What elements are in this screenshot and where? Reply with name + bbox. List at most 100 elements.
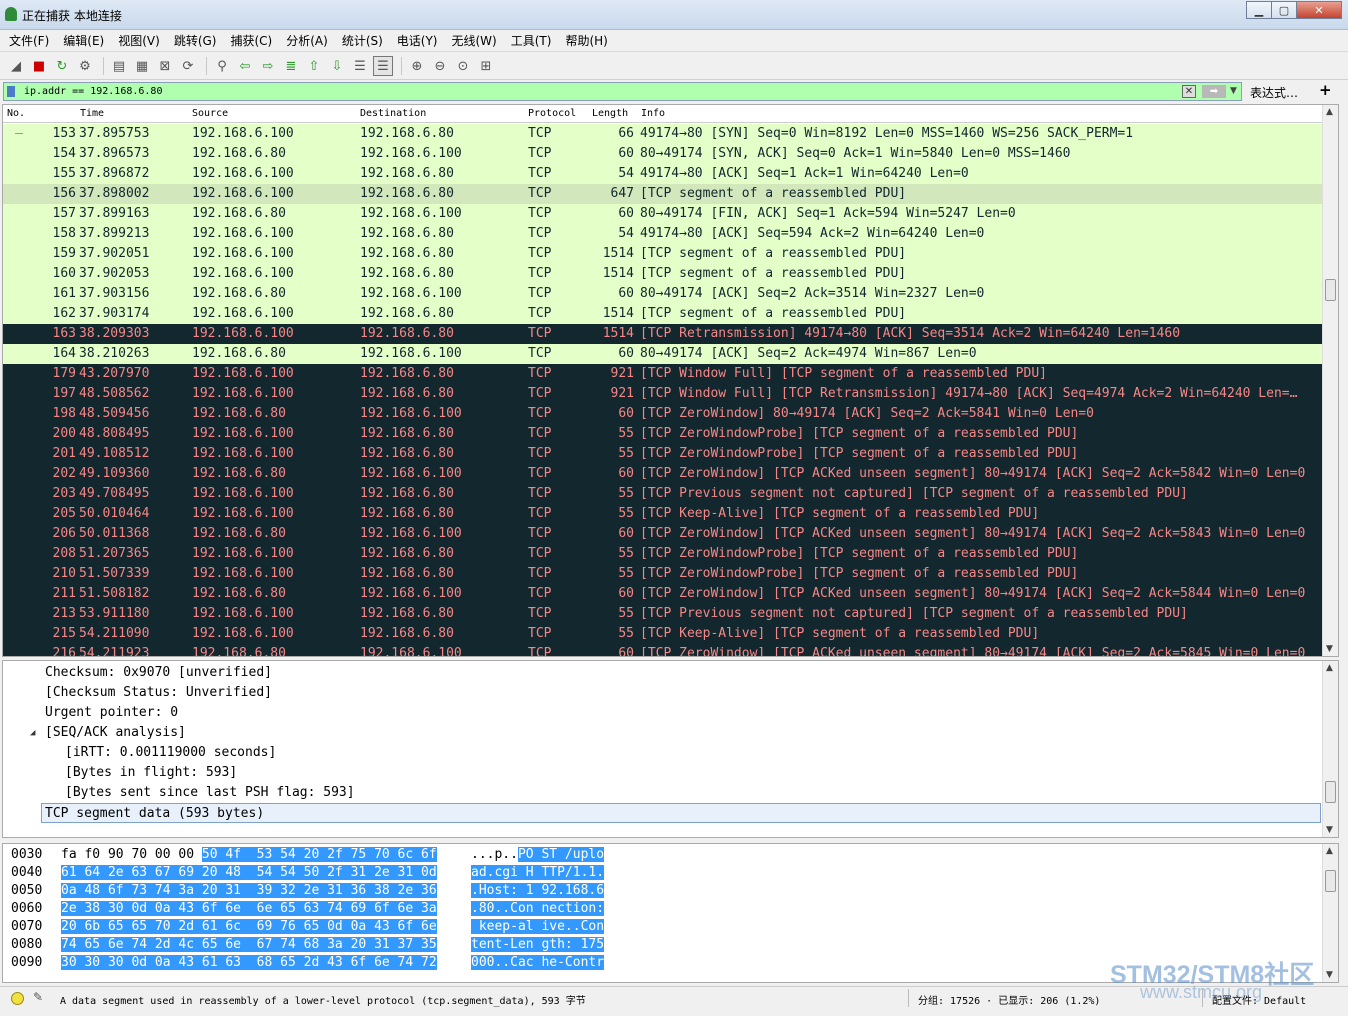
zoom-in-icon[interactable]: ⊕	[407, 56, 427, 76]
packet-row[interactable]: 156 37.898002 192.168.6.100 192.168.6.80 TCP…	[3, 184, 1323, 204]
packet-row[interactable]: 202 49.109360 192.168.6.80 192.168.6.100 TCP…	[3, 464, 1323, 484]
bookmark-icon[interactable]	[7, 86, 15, 97]
packet-row[interactable]: 155 37.896872 192.168.6.100 192.168.6.80 TCP…	[3, 164, 1323, 184]
packet-row[interactable]: 157 37.899163 192.168.6.80 192.168.6.100 TCP…	[3, 204, 1323, 224]
packet-details-pane[interactable]: Checksum: 0x9070 [unverified] [Checksum S…	[2, 660, 1339, 838]
ascii-bytes[interactable]: ad.cgi H TTP/1.1.	[471, 864, 605, 882]
detail-tree-item[interactable]: ◢ [SEQ/ACK analysis]	[3, 723, 1303, 743]
ascii-bytes[interactable]: ...p..PO ST /uplo	[471, 846, 605, 864]
go-first-icon[interactable]: ⇧	[304, 56, 324, 76]
display-filter-input[interactable]	[24, 84, 1174, 99]
scroll-down-icon[interactable]: ▼	[1326, 644, 1333, 654]
reload-file-icon[interactable]: ⟳	[178, 56, 198, 76]
packet-row[interactable]: 203 49.708495 192.168.6.100 192.168.6.80 TCP…	[3, 484, 1323, 504]
packet-row[interactable]: 198 48.509456 192.168.6.80 192.168.6.100 TCP…	[3, 404, 1323, 424]
detail-tree-item[interactable]: Checksum: 0x9070 [unverified]	[3, 663, 1303, 683]
packet-row[interactable]: 208 51.207365 192.168.6.100 192.168.6.80 TCP…	[3, 544, 1323, 564]
menu-wireless[interactable]: 无线(W)	[447, 32, 502, 49]
bytes-scrollbar[interactable]: ▲ ▼	[1322, 844, 1338, 982]
open-file-icon[interactable]: ▤	[109, 56, 129, 76]
scroll-down-icon[interactable]: ▼	[1326, 825, 1333, 835]
menu-telephony[interactable]: 电话(Y)	[392, 32, 443, 49]
packet-row[interactable]: 161 37.903156 192.168.6.80 192.168.6.100 TCP…	[3, 284, 1323, 304]
ascii-bytes[interactable]: tent-Len gth: 175	[471, 936, 605, 954]
column-header-info[interactable]: Info	[641, 108, 665, 119]
menu-file[interactable]: 文件(F)	[4, 32, 54, 49]
column-header-no[interactable]: No.	[7, 108, 25, 119]
restart-capture-icon[interactable]: ↻	[52, 56, 72, 76]
apply-filter-icon[interactable]: ➡	[1202, 85, 1226, 98]
packet-row[interactable]: 160 37.902053 192.168.6.100 192.168.6.80 TCP…	[3, 264, 1323, 284]
zoom-normal-icon[interactable]: ⊙	[453, 56, 473, 76]
hex-bytes[interactable]: fa f0 90 70 00 00 50 4f 53 54 20 2f 75 7…	[61, 846, 437, 864]
resize-columns-icon[interactable]: ⊞	[476, 56, 496, 76]
details-scrollbar[interactable]: ▲ ▼	[1322, 661, 1338, 837]
column-header-source[interactable]: Source	[192, 108, 228, 119]
packet-row[interactable]: 216 54.211923 192.168.6.80 192.168.6.100 TCP…	[3, 644, 1323, 656]
packet-row[interactable]: 179 43.207970 192.168.6.100 192.168.6.80 TCP…	[3, 364, 1323, 384]
auto-scroll-icon[interactable]: ☰	[350, 56, 370, 76]
scroll-thumb[interactable]	[1325, 279, 1336, 301]
close-icon[interactable]: ✕	[1296, 1, 1342, 19]
go-to-packet-icon[interactable]: ≣	[281, 56, 301, 76]
detail-tree-item[interactable]: [Bytes sent since last PSH flag: 593]	[3, 783, 1303, 803]
maximize-icon[interactable]: ▢	[1271, 1, 1297, 19]
packet-row[interactable]: 201 49.108512 192.168.6.100 192.168.6.80 TCP…	[3, 444, 1323, 464]
packet-row[interactable]: 163 38.209303 192.168.6.100 192.168.6.80 TCP…	[3, 324, 1323, 344]
menu-capture[interactable]: 捕获(C)	[225, 32, 277, 49]
packet-list-scrollbar[interactable]: ▲ ▼	[1322, 105, 1338, 656]
start-capture-icon[interactable]: ◢	[6, 56, 26, 76]
filter-history-dropdown-icon[interactable]: ▼	[1230, 86, 1237, 96]
go-forward-icon[interactable]: ⇨	[258, 56, 278, 76]
save-file-icon[interactable]: ▦	[132, 56, 152, 76]
ascii-bytes[interactable]: 000..Cac he-Contr	[471, 954, 605, 972]
scroll-up-icon[interactable]: ▲	[1326, 846, 1333, 856]
stop-capture-icon[interactable]: ■	[29, 56, 49, 76]
detail-tree-item[interactable]: [Checksum Status: Unverified]	[3, 683, 1303, 703]
menu-view[interactable]: 视图(V)	[113, 32, 165, 49]
scroll-up-icon[interactable]: ▲	[1326, 663, 1333, 673]
scroll-down-icon[interactable]: ▼	[1326, 970, 1333, 980]
edit-comment-icon[interactable]: ✎	[33, 990, 43, 1004]
capture-options-icon[interactable]: ⚙	[75, 56, 95, 76]
detail-tree-item[interactable]: [iRTT: 0.001119000 seconds]	[3, 743, 1303, 763]
expression-button[interactable]: 表达式…	[1250, 84, 1298, 101]
hex-bytes[interactable]: 2e 38 30 0d 0a 43 6f 6e 6e 65 63 74 69 6…	[61, 900, 437, 918]
menu-help[interactable]: 帮助(H)	[560, 32, 612, 49]
ascii-bytes[interactable]: .Host: 1 92.168.6	[471, 882, 605, 900]
column-header-time[interactable]: Time	[80, 108, 104, 119]
packet-row[interactable]: 213 53.911180 192.168.6.100 192.168.6.80 TCP…	[3, 604, 1323, 624]
clear-filter-icon[interactable]: ✕	[1182, 85, 1196, 98]
hex-bytes[interactable]: 0a 48 6f 73 74 3a 20 31 39 32 2e 31 36 3…	[61, 882, 437, 900]
hex-bytes[interactable]: 74 65 6e 74 2d 4c 65 6e 67 74 68 3a 20 3…	[61, 936, 437, 954]
minimize-icon[interactable]: ▁	[1246, 1, 1272, 19]
hex-bytes[interactable]: 30 30 30 0d 0a 43 61 63 68 65 2d 43 6f 6…	[61, 954, 437, 972]
packet-row[interactable]: 164 38.210263 192.168.6.80 192.168.6.100 TCP…	[3, 344, 1323, 364]
menu-go[interactable]: 跳转(G)	[169, 32, 222, 49]
scroll-thumb[interactable]	[1325, 870, 1336, 892]
menu-edit[interactable]: 编辑(E)	[58, 32, 109, 49]
colorize-icon[interactable]: ☰	[373, 56, 393, 76]
find-packet-icon[interactable]: ⚲	[212, 56, 232, 76]
column-header-destination[interactable]: Destination	[360, 108, 426, 119]
hex-bytes[interactable]: 20 6b 65 65 70 2d 61 6c 69 76 65 0d 0a 4…	[61, 918, 437, 936]
hex-bytes[interactable]: 61 64 2e 63 67 69 20 48 54 54 50 2f 31 2…	[61, 864, 437, 882]
expert-info-icon[interactable]	[11, 992, 24, 1005]
column-header-protocol[interactable]: Protocol	[528, 108, 576, 119]
column-header-length[interactable]: Length	[592, 108, 628, 119]
scroll-thumb[interactable]	[1325, 781, 1336, 803]
menu-statistics[interactable]: 统计(S)	[337, 32, 388, 49]
go-back-icon[interactable]: ⇦	[235, 56, 255, 76]
zoom-out-icon[interactable]: ⊖	[430, 56, 450, 76]
packet-row[interactable]: 159 37.902051 192.168.6.100 192.168.6.80 TCP…	[3, 244, 1323, 264]
packet-row[interactable]: 211 51.508182 192.168.6.80 192.168.6.100 TCP…	[3, 584, 1323, 604]
ascii-bytes[interactable]: keep-al ive..Con	[471, 918, 605, 936]
packet-row[interactable]: 205 50.010464 192.168.6.100 192.168.6.80 TCP…	[3, 504, 1323, 524]
packet-row[interactable]: 210 51.507339 192.168.6.100 192.168.6.80 TCP…	[3, 564, 1323, 584]
go-last-icon[interactable]: ⇩	[327, 56, 347, 76]
ascii-bytes[interactable]: .80..Con nection:	[471, 900, 605, 918]
packet-row[interactable]: 200 48.808495 192.168.6.100 192.168.6.80 TCP…	[3, 424, 1323, 444]
add-filter-button[interactable]: +	[1319, 81, 1332, 99]
packet-list-pane[interactable]: No. Time Source Destination Protocol Len…	[2, 104, 1339, 657]
packet-row[interactable]: 197 48.508562 192.168.6.100 192.168.6.80 TCP…	[3, 384, 1323, 404]
